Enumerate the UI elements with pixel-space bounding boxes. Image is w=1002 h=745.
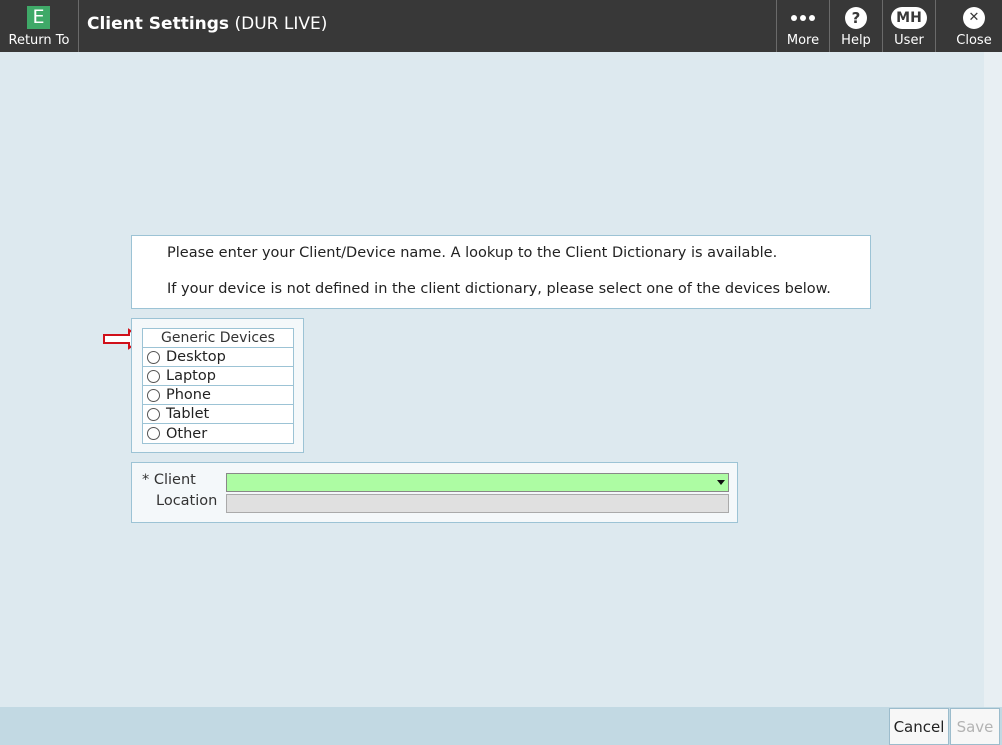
device-option-phone[interactable]: Phone [143, 386, 293, 405]
radio-button[interactable] [147, 350, 160, 364]
page-title: Client Settings (DUR LIVE) [87, 14, 327, 34]
instruction-line-1: Please enter your Client/Device name. A … [167, 245, 778, 261]
radio-button[interactable] [147, 369, 160, 383]
toolbar-divider [935, 0, 936, 52]
return-to-button[interactable]: E Return To [0, 0, 78, 52]
app-e-icon: E [27, 6, 50, 29]
cancel-button[interactable]: Cancel [889, 708, 949, 745]
device-option-desktop[interactable]: Desktop [143, 348, 293, 367]
location-label: Location [156, 493, 218, 509]
page-subtitle: (DUR LIVE) [234, 14, 328, 34]
location-field [226, 494, 729, 513]
vertical-scrollbar[interactable] [984, 52, 1002, 707]
help-question-icon: ? [845, 7, 867, 29]
client-form-panel: * Client Location [131, 462, 738, 523]
device-label: Tablet [166, 406, 210, 422]
device-label: Phone [166, 387, 211, 403]
instructions-panel: Please enter your Client/Device name. A … [131, 235, 871, 309]
return-to-label: Return To [8, 33, 70, 48]
radio-button[interactable] [147, 388, 160, 402]
close-x-icon: ✕ [963, 7, 985, 29]
user-avatar: MH [891, 7, 927, 29]
close-label: Close [956, 33, 992, 48]
device-label: Desktop [166, 349, 226, 365]
toolbar-divider [78, 0, 79, 52]
user-label: User [894, 33, 924, 48]
device-label: Laptop [166, 368, 216, 384]
client-dropdown[interactable] [226, 473, 729, 492]
generic-devices-list: Generic Devices Desktop Laptop Phone Tab… [142, 328, 294, 444]
instruction-line-2: If your device is not defined in the cli… [167, 281, 831, 297]
footer-bar: Cancel Save [0, 707, 1002, 745]
page-title-text: Client Settings [87, 14, 230, 34]
more-dots-icon [791, 15, 815, 21]
close-button[interactable]: ✕ Close [946, 0, 1002, 52]
generic-devices-header: Generic Devices [143, 329, 293, 348]
device-option-tablet[interactable]: Tablet [143, 405, 293, 424]
device-option-laptop[interactable]: Laptop [143, 367, 293, 386]
device-label: Other [166, 425, 208, 442]
client-label: * Client [142, 472, 196, 488]
more-label: More [786, 33, 820, 48]
save-button[interactable]: Save [950, 708, 1000, 745]
dropdown-caret-icon[interactable] [717, 480, 725, 485]
user-button[interactable]: MH User [883, 0, 935, 52]
help-label: Help [841, 33, 871, 48]
more-button[interactable]: More [777, 0, 829, 52]
radio-button[interactable] [147, 427, 160, 440]
radio-button[interactable] [147, 407, 160, 421]
top-toolbar: E Return To Client Settings (DUR LIVE) M… [0, 0, 1002, 52]
device-option-other[interactable]: Other [143, 424, 293, 443]
generic-devices-panel: Generic Devices Desktop Laptop Phone Tab… [131, 318, 304, 453]
help-button[interactable]: ? Help [830, 0, 882, 52]
